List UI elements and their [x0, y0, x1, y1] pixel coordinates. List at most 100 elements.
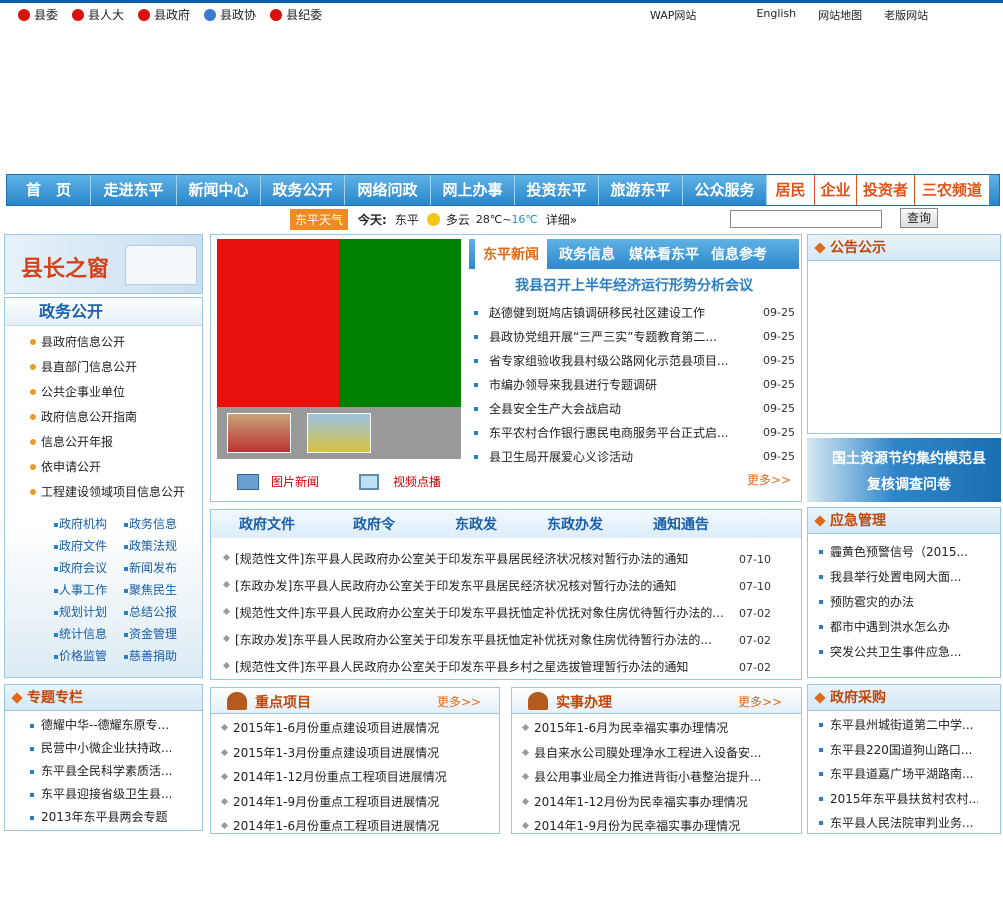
video-link[interactable]: 视频点播 [359, 473, 441, 490]
nav-residents[interactable]: 居民 [767, 175, 815, 205]
english-link[interactable]: English [756, 7, 796, 23]
practical-item[interactable]: 县自来水公司膜处理净水工程进入设备安... [518, 741, 774, 766]
nav-enterprise[interactable]: 企业 [815, 175, 857, 205]
top-link-government[interactable]: 县政府 [138, 6, 190, 23]
weather-detail-link[interactable]: 详细» [546, 211, 577, 228]
top-link-congress[interactable]: 县人大 [72, 6, 124, 23]
doc-item[interactable]: [规范性文件]东平县人民政府办公室关于印发东平县抚恤定补优抚对象住房优待暂行办法… [219, 600, 801, 627]
top-link-party[interactable]: 县委 [18, 6, 58, 23]
wap-link[interactable]: WAP网站 [650, 7, 696, 23]
news-item[interactable]: 省专家组验收我县村级公路网化示范县项目... 09-25 [469, 349, 803, 373]
nav-news[interactable]: 新闻中心 [177, 175, 261, 205]
key-project-item[interactable]: 2014年1-12月份重点工程项目进展情况 [217, 765, 499, 790]
topic-link[interactable]: 民营中小微企业扶持政... [25, 737, 175, 760]
doc-item[interactable]: [东政办发]东平县人民政府办公室关于印发东平县居民经济状况核对暂行办法的通知 07… [219, 573, 801, 600]
key-project-item[interactable]: 2014年1-9月份重点工程项目进展情况 [217, 790, 499, 815]
thumbnail-photo[interactable] [227, 413, 291, 453]
doc-item[interactable]: [规范性文件]东平县人民政府办公室关于印发东平县乡村之星选拔管理暂行办法的通知 0… [219, 654, 801, 681]
emergency-item[interactable]: 预防雹灾的办法 [814, 590, 974, 615]
news-more-link[interactable]: 更多>> [747, 471, 791, 488]
doc-item[interactable]: [东政办发]东平县人民政府办公室关于印发东平县抚恤定补优抚对象住房优待暂行办法的… [219, 627, 801, 654]
tab-media[interactable]: 媒体看东平 [629, 244, 699, 264]
gov-grid-link[interactable]: 资金管理 [119, 623, 189, 645]
gov-grid-link[interactable]: 价格监管 [49, 645, 119, 667]
tab-dzf[interactable]: 东政发 [455, 514, 497, 534]
gov-grid-link[interactable]: 聚焦民生 [119, 579, 189, 601]
news-item[interactable]: 县卫生局开展爱心义诊活动 09-25 [469, 445, 803, 469]
nav-gov-open[interactable]: 政务公开 [261, 175, 345, 205]
gov-grid-link[interactable]: 慈善捐助 [119, 645, 189, 667]
gov-open-link[interactable]: 工程建设领域项目信息公开 [25, 480, 202, 505]
practical-item[interactable]: 2014年1-12月份为民幸福实事办理情况 [518, 790, 774, 815]
tab-notices[interactable]: 通知通告 [653, 514, 709, 534]
doc-item[interactable]: [规范性文件]东平县人民政府办公室关于印发东平县居民经济状况核对暂行办法的通知 0… [219, 546, 801, 573]
gov-grid-link[interactable]: 新闻发布 [119, 557, 189, 579]
nav-invest[interactable]: 投资东平 [515, 175, 599, 205]
topic-link[interactable]: 东平县迎接省级卫生县... [25, 783, 175, 806]
gov-open-link[interactable]: 信息公开年报 [25, 430, 202, 455]
mayor-window-banner[interactable]: 县长之窗 [4, 234, 203, 294]
search-button[interactable]: 查询 [900, 208, 938, 228]
emergency-item[interactable]: 都市中遇到洪水怎么办 [814, 615, 974, 640]
procurement-item[interactable]: 东平县220国道狗山路口... [814, 738, 978, 763]
gov-grid-link[interactable]: 规划计划 [49, 601, 119, 623]
nav-agriculture[interactable]: 三农频道 [915, 175, 989, 205]
procurement-item[interactable]: 2015年东平县扶贫村农村... [814, 787, 978, 812]
emergency-item[interactable]: 我县举行处置电网大面... [814, 565, 974, 590]
gov-grid-link[interactable]: 政策法规 [119, 535, 189, 557]
procurement-item[interactable]: 东平县道嘉广场平湖路南... [814, 762, 978, 787]
key-projects-more[interactable]: 更多>> [437, 693, 481, 710]
tab-gov-orders[interactable]: 政府令 [353, 514, 395, 534]
key-project-item[interactable]: 2014年1-6月份重点工程项目进展情况 [217, 814, 499, 839]
photo-news-link[interactable]: 图片新闻 [237, 473, 319, 490]
gov-open-link[interactable]: 县直部门信息公开 [25, 355, 202, 380]
news-item[interactable]: 市编办领导来我县进行专题调研 09-25 [469, 373, 803, 397]
nav-online-service[interactable]: 网上办事 [431, 175, 515, 205]
land-survey-banner[interactable]: 国土资源节约集约模范县 复核调查问卷 [807, 438, 1001, 502]
gov-open-link[interactable]: 政府信息公开指南 [25, 405, 202, 430]
key-project-item[interactable]: 2015年1-6月份重点建设项目进展情况 [217, 716, 499, 741]
nav-public-service[interactable]: 公众服务 [683, 175, 767, 205]
emergency-item[interactable]: 突发公共卫生事件应急... [814, 640, 974, 665]
gov-grid-link[interactable]: 总结公报 [119, 601, 189, 623]
news-item[interactable]: 赵德健到斑鸠店镇调研移民社区建设工作 09-25 [469, 301, 803, 325]
gov-grid-link[interactable]: 政府机构 [49, 513, 119, 535]
gov-open-link[interactable]: 依申请公开 [25, 455, 202, 480]
procurement-item[interactable]: 东平县人民法院审判业务... [814, 811, 978, 836]
practical-more[interactable]: 更多>> [738, 693, 782, 710]
tab-dzbf[interactable]: 东政办发 [547, 514, 603, 534]
practical-item[interactable]: 2015年1-6月为民幸福实事办理情况 [518, 716, 774, 741]
news-item[interactable]: 全县安全生产大会战启动 09-25 [469, 397, 803, 421]
tab-gov-docs[interactable]: 政府文件 [239, 514, 295, 534]
search-input[interactable] [730, 210, 882, 228]
news-headline[interactable]: 我县召开上半年经济运行形势分析会议 [469, 275, 799, 295]
news-item[interactable]: 东平农村合作银行惠民电商服务平台正式启... 09-25 [469, 421, 803, 445]
topic-link[interactable]: 2013年东平县两会专题 [25, 806, 175, 829]
tab-reference[interactable]: 信息参考 [711, 244, 767, 264]
topic-link[interactable]: 东平县全民科学素质活... [25, 760, 175, 783]
gov-grid-link[interactable]: 政府文件 [49, 535, 119, 557]
gov-grid-link[interactable]: 人事工作 [49, 579, 119, 601]
nav-politics[interactable]: 网络问政 [345, 175, 431, 205]
nav-about[interactable]: 走进东平 [91, 175, 177, 205]
gov-grid-link[interactable]: 统计信息 [49, 623, 119, 645]
slideshow-image-red[interactable] [217, 239, 339, 407]
procurement-item[interactable]: 东平县州城街道第二中学... [814, 713, 978, 738]
nav-tourism[interactable]: 旅游东平 [599, 175, 683, 205]
sitemap-link[interactable]: 网站地图 [818, 7, 862, 23]
tab-dongping-news[interactable]: 东平新闻 [475, 238, 547, 270]
emergency-item[interactable]: 霾黄色预警信号（2015... [814, 540, 974, 565]
gov-grid-link[interactable]: 政府会议 [49, 557, 119, 579]
slideshow-image-green[interactable] [339, 239, 461, 407]
nav-investors[interactable]: 投资者 [857, 175, 915, 205]
practical-item[interactable]: 2014年1-9月份为民幸福实事办理情况 [518, 814, 774, 839]
gov-grid-link[interactable]: 政务信息 [119, 513, 189, 535]
nav-home[interactable]: 首 页 [7, 175, 91, 205]
gov-open-link[interactable]: 县政府信息公开 [25, 330, 202, 355]
old-site-link[interactable]: 老版网站 [884, 7, 928, 23]
practical-item[interactable]: 县公用事业局全力推进背街小巷整治提升... [518, 765, 774, 790]
news-item[interactable]: 县政协党组开展“三严三实”专题教育第二... 09-25 [469, 325, 803, 349]
thumbnail-photo[interactable] [307, 413, 371, 453]
tab-gov-info[interactable]: 政务信息 [559, 244, 615, 264]
top-link-cppcc[interactable]: 县政协 [204, 6, 256, 23]
